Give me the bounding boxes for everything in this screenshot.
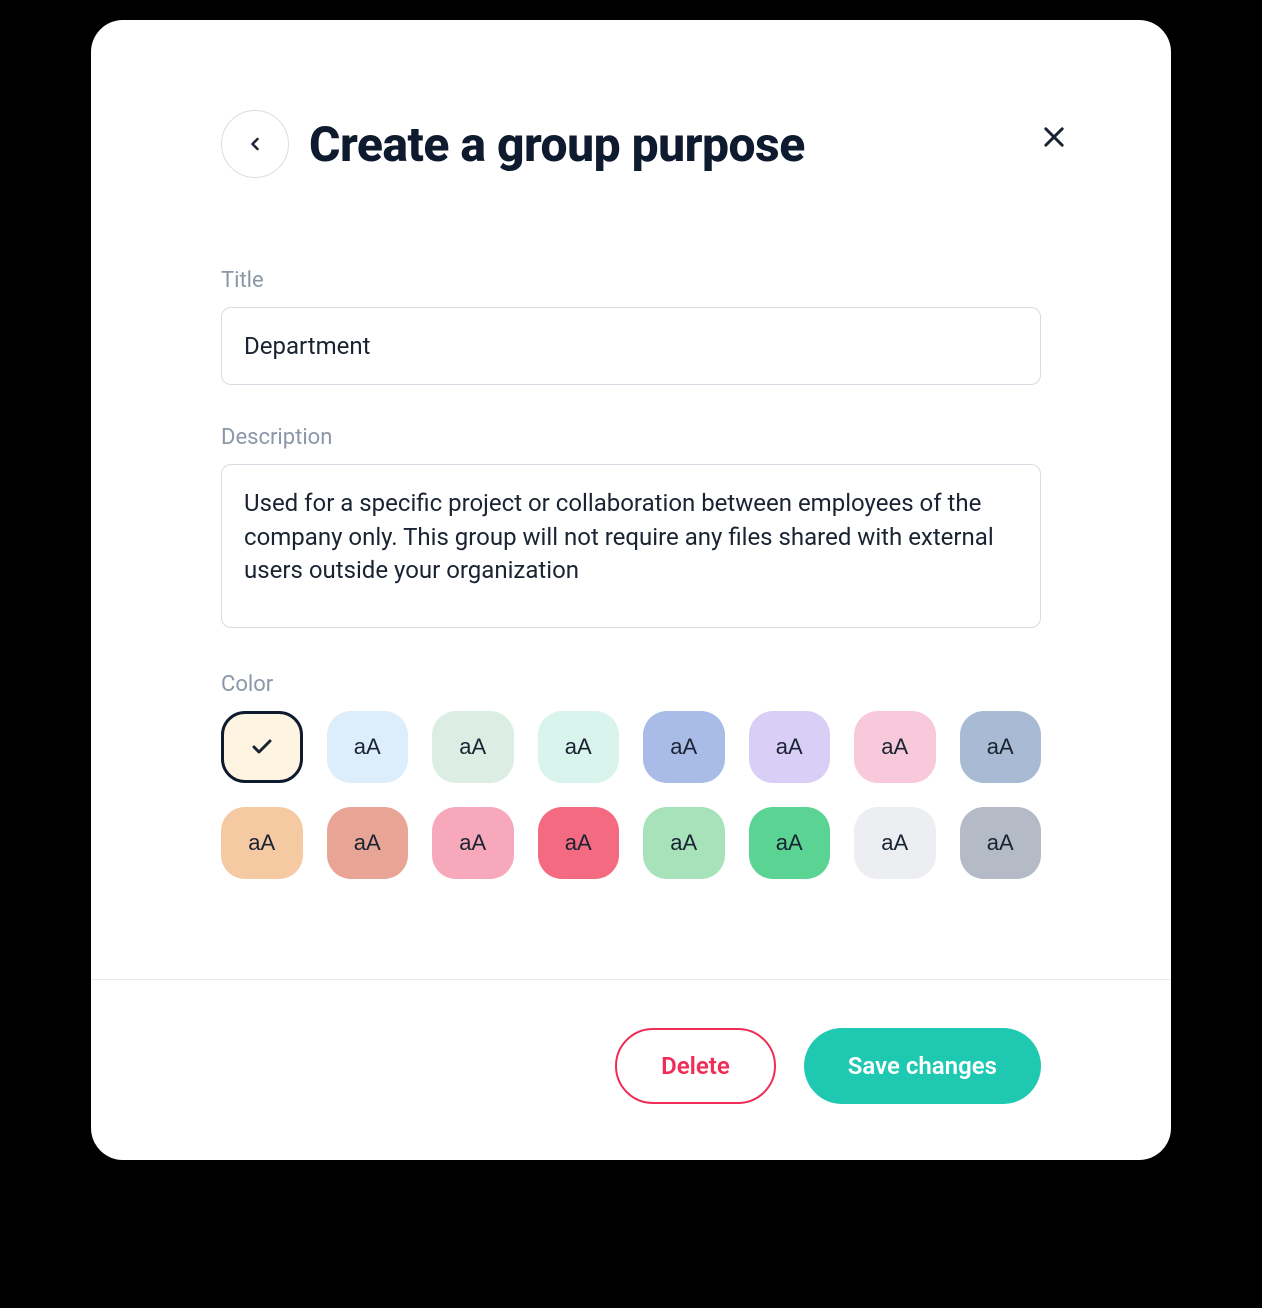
swatch-label: aA xyxy=(776,734,803,760)
color-swatch-8[interactable]: aA xyxy=(221,807,303,879)
color-swatch-3[interactable]: aA xyxy=(538,711,620,783)
color-swatch-2[interactable]: aA xyxy=(432,711,514,783)
swatch-label: aA xyxy=(459,830,486,856)
color-swatch-1[interactable]: aA xyxy=(327,711,409,783)
color-swatch-12[interactable]: aA xyxy=(643,807,725,879)
swatch-label: aA xyxy=(565,830,592,856)
description-input[interactable] xyxy=(221,464,1041,628)
chevron-left-icon xyxy=(245,134,265,154)
swatch-label: aA xyxy=(248,830,275,856)
color-swatch-15[interactable]: aA xyxy=(960,807,1042,879)
check-icon xyxy=(250,735,274,759)
close-icon xyxy=(1040,123,1068,151)
title-input[interactable] xyxy=(221,307,1041,385)
color-field-group: Color aA aA aA aA aA aA aA aA aA aA aA aA aA aA aA xyxy=(221,672,1041,879)
swatch-label: aA xyxy=(670,734,697,760)
back-button[interactable] xyxy=(221,110,289,178)
color-swatch-5[interactable]: aA xyxy=(749,711,831,783)
modal-footer: Delete Save changes xyxy=(91,979,1171,1160)
swatch-label: aA xyxy=(565,734,592,760)
swatch-label: aA xyxy=(987,734,1014,760)
color-swatch-0[interactable] xyxy=(221,711,303,783)
color-label: Color xyxy=(221,672,1041,697)
title-label: Title xyxy=(221,268,1041,293)
description-label: Description xyxy=(221,425,1041,450)
modal-header: Create a group purpose xyxy=(221,110,1041,178)
color-swatch-14[interactable]: aA xyxy=(854,807,936,879)
save-button[interactable]: Save changes xyxy=(804,1028,1041,1104)
color-swatch-9[interactable]: aA xyxy=(327,807,409,879)
color-swatch-4[interactable]: aA xyxy=(643,711,725,783)
color-swatch-11[interactable]: aA xyxy=(538,807,620,879)
swatch-label: aA xyxy=(459,734,486,760)
color-swatch-13[interactable]: aA xyxy=(749,807,831,879)
swatch-label: aA xyxy=(776,830,803,856)
color-swatch-7[interactable]: aA xyxy=(960,711,1042,783)
swatch-label: aA xyxy=(881,734,908,760)
modal-title: Create a group purpose xyxy=(309,116,805,173)
swatch-label: aA xyxy=(354,830,381,856)
title-field-group: Title xyxy=(221,268,1041,385)
delete-button[interactable]: Delete xyxy=(615,1028,776,1104)
description-field-group: Description xyxy=(221,425,1041,632)
color-swatch-10[interactable]: aA xyxy=(432,807,514,879)
swatch-label: aA xyxy=(881,830,908,856)
close-button[interactable] xyxy=(1032,115,1076,162)
swatch-label: aA xyxy=(354,734,381,760)
modal-body: Create a group purpose Title Description… xyxy=(91,20,1171,979)
create-group-purpose-modal: Create a group purpose Title Description… xyxy=(91,20,1171,1160)
swatch-label: aA xyxy=(670,830,697,856)
color-swatch-6[interactable]: aA xyxy=(854,711,936,783)
swatch-label: aA xyxy=(987,830,1014,856)
color-grid: aA aA aA aA aA aA aA aA aA aA aA aA aA aA aA xyxy=(221,711,1041,879)
